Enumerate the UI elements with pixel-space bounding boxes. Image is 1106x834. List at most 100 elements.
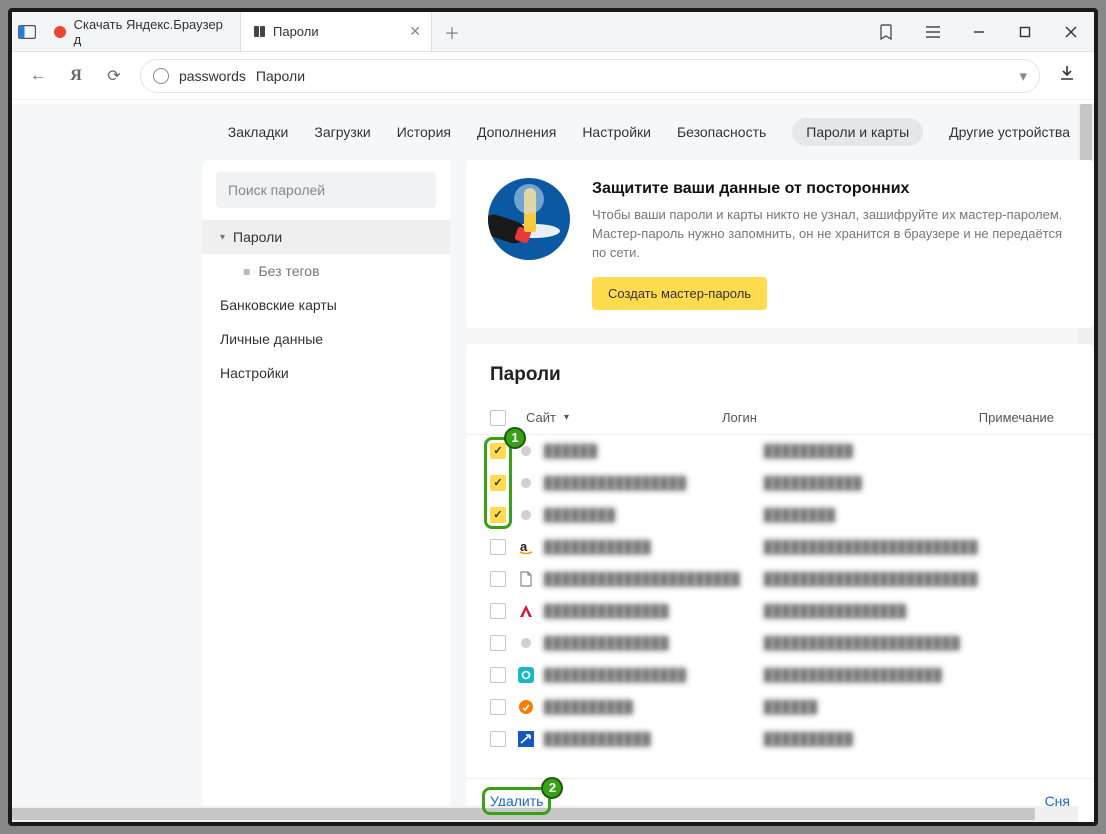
table-body: ████████████████████████████████████████… [466,435,1094,778]
tab-bar: Скачать Яндекс.Браузер д Пароли ✕ ＋ [12,12,1094,52]
row-checkbox[interactable] [490,667,506,683]
site-favicon-icon: a [518,539,534,555]
site-favicon-icon [518,507,534,523]
table-row[interactable]: ██████████████████████████████ [466,595,1094,627]
sidebar-label: Пароли [233,229,282,245]
site-favicon-icon [518,475,534,491]
nav-history[interactable]: История [397,124,451,140]
address-bar: ← Я ⟳ passwords Пароли ▾ [12,52,1094,100]
close-tab-icon[interactable]: ✕ [409,23,421,40]
search-placeholder: Поиск паролей [228,182,325,198]
address-input[interactable]: passwords Пароли ▾ [140,59,1040,93]
table-row[interactable]: ████████████████████████████████████ [466,659,1094,691]
login-cell: ███████████ [764,475,996,490]
row-checkbox[interactable] [490,539,506,555]
window-minimize-button[interactable] [956,12,1002,51]
login-cell: ████████████████ [764,603,996,618]
sidebar-label: Без тегов [258,263,319,279]
sidebar-item-passwords[interactable]: ▾ Пароли [202,220,450,254]
login-cell: ████████ [764,507,996,522]
row-checkbox[interactable] [490,635,506,651]
tab-active[interactable]: Пароли ✕ [240,12,432,51]
row-checkbox[interactable] [490,475,506,491]
annotation-badge-1: 1 [504,427,526,449]
tag-icon: ◆ [239,263,254,278]
row-checkbox[interactable] [490,699,506,715]
sidebar-item-settings[interactable]: Настройки [202,356,450,390]
site-favicon-icon [518,603,534,619]
login-cell: ██████████████████████ [764,635,996,650]
sidebar-toggle-icon[interactable] [12,12,42,51]
site-favicon-icon [518,699,534,715]
sidebar-label: Банковские карты [220,297,337,313]
row-checkbox[interactable] [490,443,506,459]
bookmark-star-icon[interactable]: ▾ [1019,67,1027,85]
yandex-logo-icon[interactable]: Я [64,67,88,85]
table-row[interactable]: ████████████████ [466,691,1094,723]
downloads-button[interactable] [1054,65,1080,86]
banner-body: Чтобы ваши пароли и карты никто не узнал… [592,206,1072,263]
banner-illustration-icon [488,178,570,260]
login-cell: ██████████ [764,731,996,746]
sidebar-item-bank-cards[interactable]: Банковские карты [202,288,450,322]
site-cell: ██████████ [544,699,764,714]
table-row[interactable]: ████████████████████████████████████ [466,627,1094,659]
nav-bookmarks[interactable]: Закладки [228,124,289,140]
col-login-header[interactable]: Логин [722,410,954,425]
menu-icon[interactable] [910,12,956,51]
new-tab-button[interactable]: ＋ [432,20,472,44]
site-cell: ██████ [544,443,764,458]
master-password-banner: Защитите ваши данные от посторонних Чтоб… [466,160,1094,328]
back-button[interactable]: ← [26,67,50,85]
nav-settings[interactable]: Настройки [582,124,651,140]
site-cell: ██████████████████████ [544,571,764,586]
sidebar-item-no-tags[interactable]: ◆ Без тегов [202,254,450,288]
passwords-favicon-icon [251,24,267,40]
tab-inactive[interactable]: Скачать Яндекс.Браузер д [42,12,240,51]
table-row[interactable]: ████████████████ [466,435,1094,467]
login-cell: ████████████████████ [764,667,996,682]
settings-top-nav: Закладки Загрузки История Дополнения Нас… [12,104,1094,160]
nav-other-devices[interactable]: Другие устройства [949,124,1070,140]
row-checkbox[interactable] [490,603,506,619]
url-label: Пароли [256,68,305,84]
table-row[interactable]: ████████████████ [466,499,1094,531]
login-cell: ████████████████████████ [764,571,996,586]
login-cell: ████████████████████████ [764,539,996,554]
table-row[interactable]: ████████████████████████████████████████… [466,563,1094,595]
sidebar-label: Личные данные [220,331,323,347]
table-row[interactable]: ██████████████████████ [466,723,1094,755]
nav-passwords-cards[interactable]: Пароли и карты [792,118,923,146]
create-master-password-button[interactable]: Создать мастер-пароль [592,277,767,310]
horizontal-scrollbar[interactable] [12,806,1078,822]
col-site-header[interactable]: Сайт [526,410,556,425]
nav-downloads[interactable]: Загрузки [314,124,370,140]
window-close-button[interactable] [1048,12,1094,51]
banner-heading: Защитите ваши данные от посторонних [592,180,1072,198]
table-row[interactable]: ███████████████████████████ [466,467,1094,499]
yandex-favicon-icon [52,24,68,40]
row-checkbox[interactable] [490,571,506,587]
site-favicon-icon [518,635,534,651]
table-row[interactable]: a████████████████████████████████████ [466,531,1094,563]
bookmarks-icon[interactable] [864,12,910,51]
sidebar: Поиск паролей ▾ Пароли ◆ Без тегов Банко… [202,160,450,822]
window-maximize-button[interactable] [1002,12,1048,51]
sidebar-item-personal-data[interactable]: Личные данные [202,322,450,356]
col-note-header[interactable]: Примечание [954,410,1070,425]
nav-addons[interactable]: Дополнения [477,124,556,140]
select-all-checkbox[interactable] [490,410,506,426]
url-path: passwords [179,68,246,84]
chevron-down-icon: ▾ [220,232,225,243]
sort-icon[interactable]: ▾ [564,412,569,423]
search-passwords-input[interactable]: Поиск паролей [216,172,436,208]
row-checkbox[interactable] [490,731,506,747]
row-checkbox[interactable] [490,507,506,523]
reload-button[interactable]: ⟳ [102,66,126,86]
nav-security[interactable]: Безопасность [677,124,766,140]
site-cell: ██████████████ [544,603,764,618]
passwords-panel: Пароли Сайт ▾ Логин Примечание █████████… [466,344,1094,822]
site-cell: ████████████████ [544,667,764,682]
globe-icon [153,68,169,84]
panel-title: Пароли [466,344,1094,402]
